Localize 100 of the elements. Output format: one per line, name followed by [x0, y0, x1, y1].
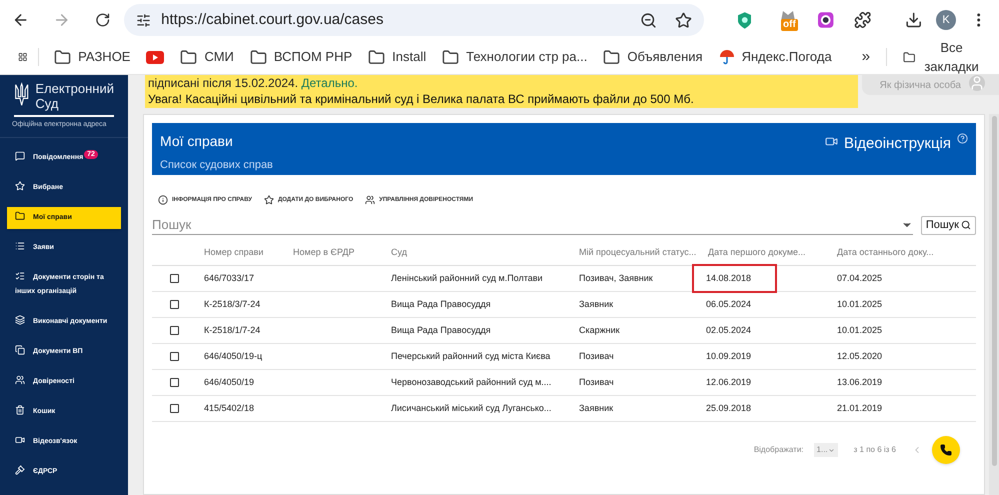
table-cell-text: Вища Рада Правосуддя [391, 298, 492, 311]
page-size-label: Відображати: [754, 444, 804, 456]
table-cell-text: 02.05.2024 [705, 324, 752, 337]
table-cell-text: Червонозаводський районний суд м.... [391, 376, 552, 389]
table-cell-text: Печерський районний суд міста Києва [391, 350, 552, 363]
bookmark[interactable]: РАЗНОЕ [54, 47, 130, 67]
user-role-text: Як фізична особа [880, 79, 961, 93]
people-icon [365, 195, 376, 205]
notice-text: Увага! Касаційні цивільний та кримінальний суд і Велика палата ВС приймають файли до 500 Мб. [148, 92, 695, 107]
shield-icon[interactable] [738, 12, 752, 28]
table-cell-text: 10.09.2019 [705, 350, 752, 363]
folder-icon [250, 48, 267, 66]
star-icon[interactable] [674, 12, 692, 28]
folder-icon [603, 48, 620, 66]
row-checkbox[interactable] [170, 274, 178, 283]
extensions-icon[interactable] [854, 11, 872, 29]
table-cell-text: Вища Рада Правосуддя [391, 324, 492, 337]
table-cell-text: 415/5402/18 [203, 402, 256, 415]
bookmark[interactable]: ВСПОМ PHP [250, 47, 352, 67]
table-cell-text: Лисичанський міський суд Лугансько... [391, 402, 552, 415]
folder-icon [54, 48, 72, 66]
table-cell-text: 646/7033/17 [203, 272, 256, 285]
folder-icon [15, 210, 25, 220]
search-icon [961, 220, 971, 230]
site-settings-icon[interactable] [136, 12, 152, 28]
table-cell-text: 12.06.2019 [705, 376, 752, 389]
column-header[interactable]: Дата першого докуме... [708, 246, 837, 260]
star-icon [264, 195, 274, 205]
table-cell-text: 646/4050/19-ц [203, 350, 264, 363]
copy-icon [15, 344, 25, 354]
all-bookmarks[interactable]: Все закладки [902, 38, 981, 76]
back-icon[interactable] [12, 11, 30, 29]
table-cell-text: Позивач [579, 376, 615, 389]
row-checkbox[interactable] [170, 352, 178, 361]
caret-icon [828, 446, 835, 454]
column-header[interactable]: Номер в ЄРДР [293, 246, 391, 260]
details-link[interactable]: Детально. [301, 76, 358, 90]
table-cell-text: Заявник [579, 402, 614, 415]
trash-icon [15, 404, 25, 414]
bookmark[interactable] [146, 50, 164, 64]
row-checkbox[interactable] [170, 300, 178, 309]
more-bookmarks-button[interactable]: » [862, 46, 870, 68]
column-header[interactable]: Номер справи [196, 246, 293, 260]
card-subtitle: Список судових справ [160, 158, 273, 173]
video-camera-icon [15, 434, 25, 444]
layers-icon [15, 314, 25, 324]
list-icon [15, 240, 25, 250]
search-button[interactable]: Пошук [920, 216, 976, 234]
video-logo-icon [146, 50, 164, 64]
phone-button[interactable] [932, 436, 960, 464]
table-cell-text: 13.06.2019 [837, 376, 884, 389]
reload-icon[interactable] [94, 12, 110, 28]
bookmark[interactable]: Install [368, 47, 426, 67]
phone-icon [940, 444, 952, 456]
video-instruction-link[interactable]: Відеоінструкція [844, 133, 951, 156]
bookmark[interactable]: Объявления [603, 47, 703, 67]
logo-text: Суд [35, 96, 60, 111]
star-icon [15, 180, 25, 190]
zoom-icon[interactable] [640, 12, 657, 28]
column-header[interactable]: Мій процесуальний статус... [579, 246, 708, 260]
table-cell-text: К-2518/1/7-24 [203, 324, 262, 337]
table-cell-text: Позивач [579, 350, 615, 363]
notice-text: підписані після 15.02.2024. Детально. [148, 76, 359, 91]
table-cell-text: 10.01.2025 [837, 324, 884, 337]
table-cell-text: 12.05.2020 [837, 350, 884, 363]
column-header[interactable]: Дата останнього доку... [837, 246, 976, 260]
bookmark[interactable]: Яндекс.Погода [718, 47, 832, 67]
extension-badge: off [781, 19, 798, 31]
table-cell: 14.08.2018 [692, 264, 778, 294]
url-text: https://cabinet.court.gov.ua/cases [161, 10, 384, 30]
table-cell-text: Заявник [579, 298, 614, 311]
table-cell-text: 07.04.2025 [837, 272, 884, 285]
chat-icon [15, 150, 25, 160]
bookmark[interactable]: Технологии стр ра... [442, 47, 588, 67]
table-cell-text: 10.01.2025 [837, 298, 884, 311]
bookmark[interactable]: СМИ [180, 47, 234, 67]
checklist-icon [15, 270, 25, 280]
row-checkbox[interactable] [170, 326, 178, 335]
logo-text: Електронний [35, 81, 114, 96]
row-checkbox[interactable] [170, 404, 178, 413]
table-cell-text: 646/4050/19 [203, 376, 256, 389]
help-icon[interactable] [957, 133, 968, 144]
download-icon[interactable] [905, 11, 922, 29]
row-checkbox[interactable] [170, 378, 178, 387]
folder-icon [442, 48, 460, 66]
camera-lens-icon[interactable] [818, 12, 834, 28]
gavel-icon [15, 464, 25, 474]
table-cell-text: 25.09.2018 [705, 402, 752, 415]
folder-icon [368, 48, 386, 66]
table-cell-text: Ленінський районний суд м.Полтави [391, 272, 544, 285]
umbrella-icon [718, 49, 735, 65]
column-header[interactable]: Суд [391, 246, 579, 260]
video-camera-icon [824, 135, 838, 148]
profile-avatar[interactable]: K [936, 10, 956, 30]
address-bar[interactable]: https://cabinet.court.gov.ua/cases [124, 4, 704, 36]
page-range-text: з 1 по 6 із 6 [854, 444, 896, 456]
table-cell-text: К-2518/3/7-24 [203, 298, 262, 311]
table-cell-text: Скаржник [579, 324, 621, 337]
folder-icon [180, 48, 198, 66]
people-icon [15, 374, 25, 384]
